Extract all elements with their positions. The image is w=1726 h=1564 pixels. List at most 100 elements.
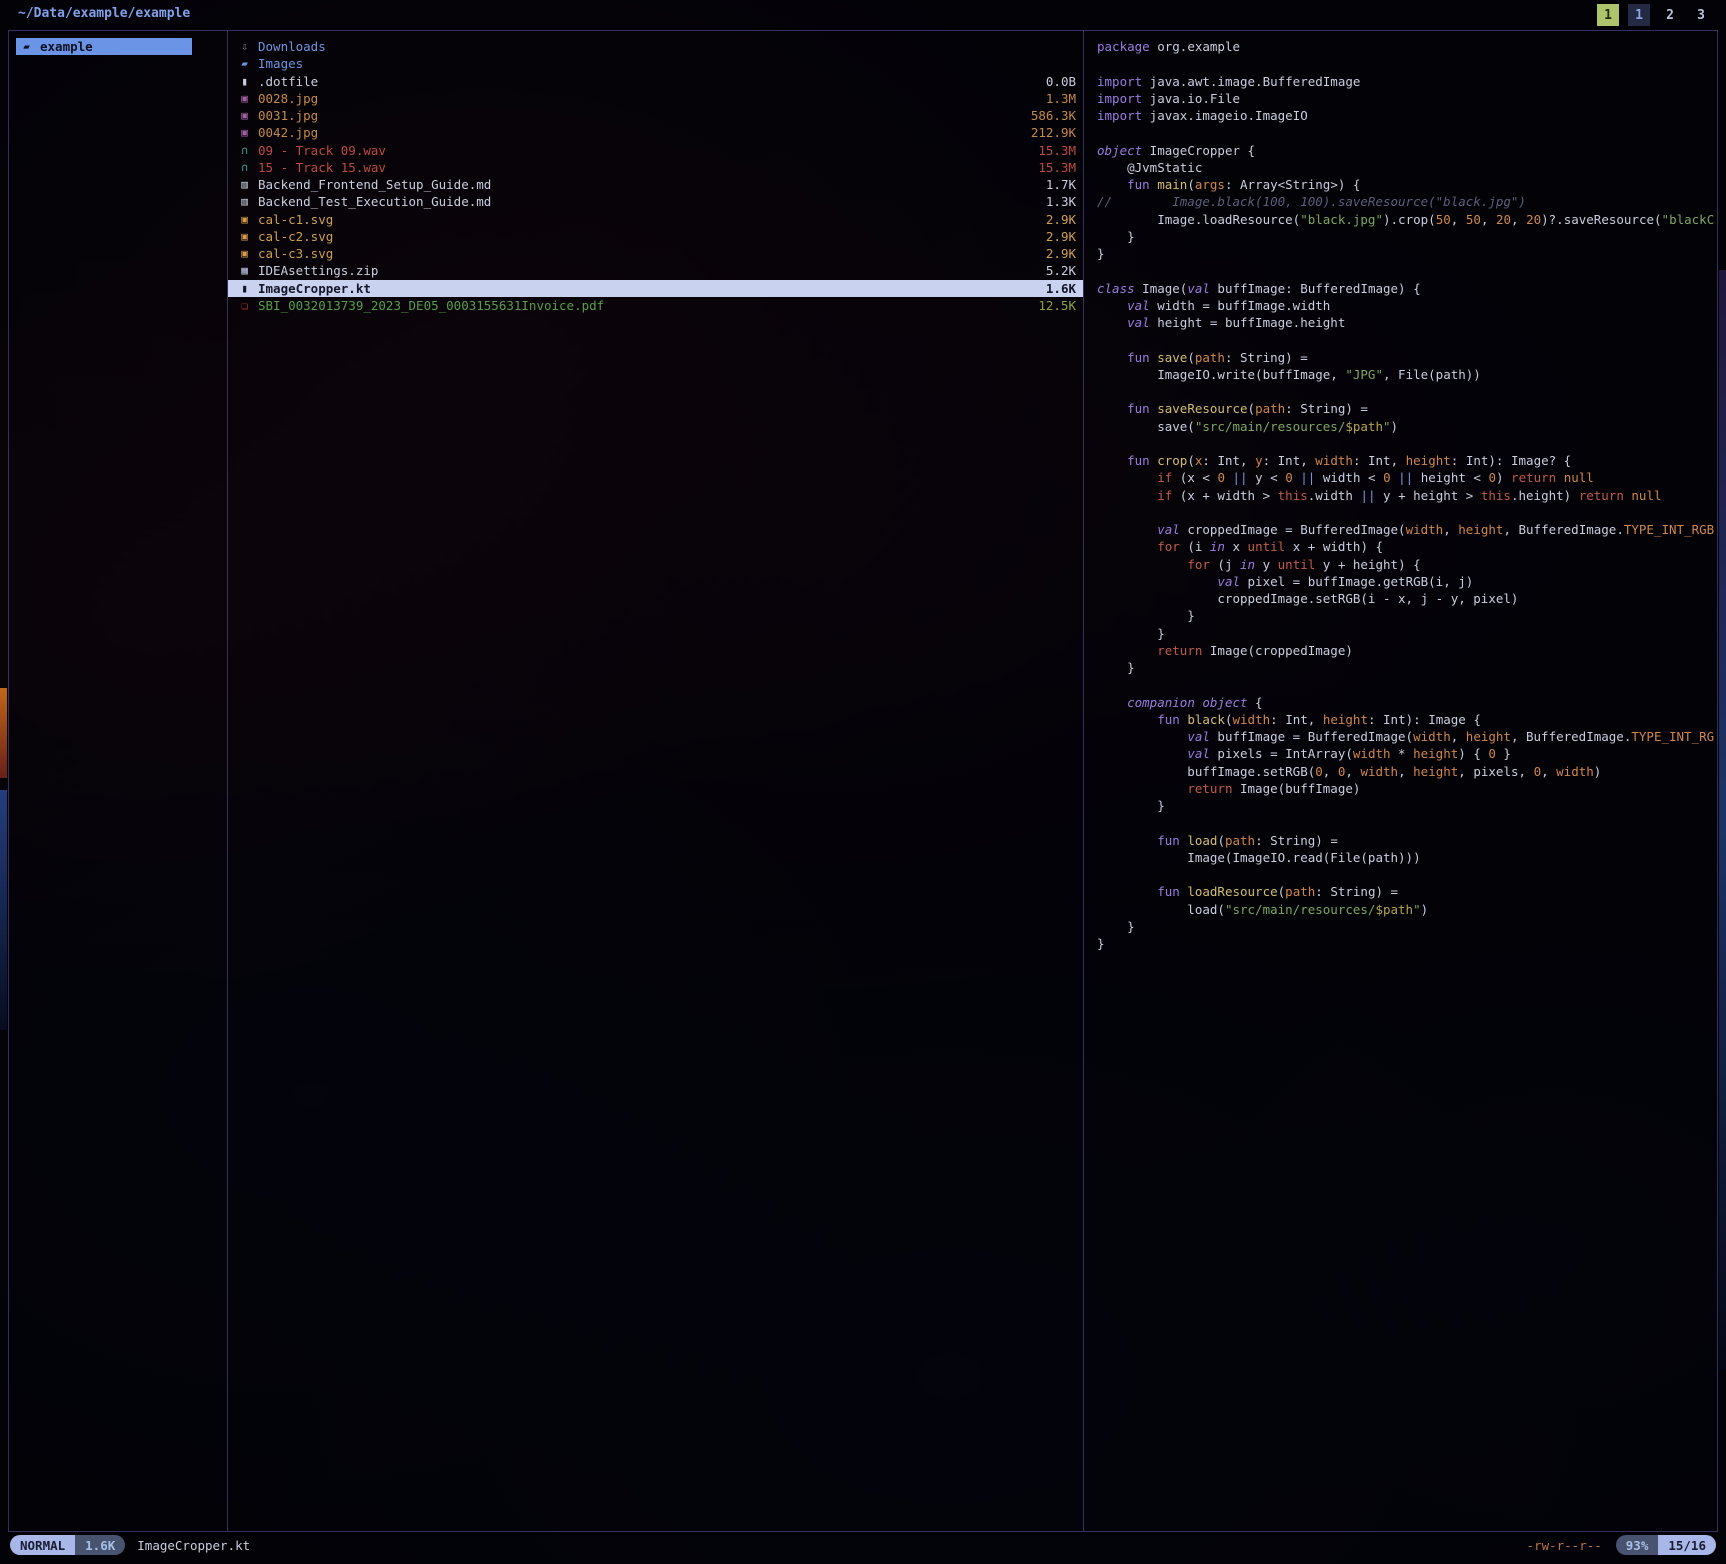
code-line: fun main(args: Array<String>) { <box>1097 176 1715 193</box>
code-line: ImageIO.write(buffImage, "JPG", File(pat… <box>1097 366 1715 383</box>
file-name: ImageCropper.kt <box>258 281 1046 296</box>
file-name: cal-c2.svg <box>258 229 1046 244</box>
code-line: if (x < 0 || y < 0 || width < 0 || heigh… <box>1097 469 1715 486</box>
code-line: Image(ImageIO.read(File(path))) <box>1097 849 1715 866</box>
file-permissions: -rw-r--r-- <box>1527 1538 1602 1553</box>
top-bar: ~/Data/example/example 1123 <box>0 0 1726 30</box>
image-icon: ▣ <box>237 126 252 139</box>
code-line: val width = buffImage.width <box>1097 297 1715 314</box>
code-line: Image.loadResource("black.jpg").crop(50,… <box>1097 211 1715 228</box>
code-line: class Image(val buffImage: BufferedImage… <box>1097 280 1715 297</box>
file-row[interactable]: ▣ cal-c1.svg2.9K <box>228 211 1083 228</box>
file-size: 212.9K <box>1031 125 1076 140</box>
file-row[interactable]: ▮.dotfile0.0B <box>228 73 1083 90</box>
file-row[interactable]: ▣0031.jpg586.3K <box>228 107 1083 124</box>
file-row[interactable]: ▥Backend_Frontend_Setup_Guide.md1.7K <box>228 176 1083 193</box>
tab-3[interactable]: 2 <box>1659 4 1681 26</box>
image-icon: ▣ <box>237 230 252 243</box>
file-name: .dotfile <box>258 74 1046 89</box>
file-row-selected[interactable]: ▮ ImageCropper.kt1.6K <box>228 280 1083 297</box>
markdown-icon: ▥ <box>237 195 252 208</box>
file-size-badge: 1.6K <box>75 1535 125 1555</box>
scroll-percent-badge: 93% <box>1616 1535 1659 1555</box>
tab-4[interactable]: 3 <box>1690 4 1712 26</box>
file-row[interactable]: ▥Backend_Test_Execution_Guide.md1.3K <box>228 193 1083 210</box>
tab-bar: 1123 <box>1597 3 1712 27</box>
file-row[interactable]: ∩09 - Track 09.wav15.3M <box>228 142 1083 159</box>
file-icon: ▮ <box>237 282 252 295</box>
code-line <box>1097 331 1715 348</box>
code-line: fun loadResource(path: String) = <box>1097 883 1715 900</box>
download-icon: ⇩ <box>237 40 252 53</box>
file-row[interactable]: ▰ Images <box>228 55 1083 72</box>
image-icon: ▣ <box>237 109 252 122</box>
file-name: 09 - Track 09.wav <box>258 143 1038 158</box>
file-list-panel: ⇩ Downloads ▰ Images ▮.dotfile0.0B▣0028.jpg1… <box>228 31 1083 1531</box>
image-icon: ▣ <box>237 213 252 226</box>
file-name: Images <box>258 56 1076 71</box>
file-name: Backend_Test_Execution_Guide.md <box>258 194 1046 209</box>
status-right: -rw-r--r-- 93% 15/16 <box>1527 1535 1716 1555</box>
code-line: } <box>1097 245 1715 262</box>
image-icon: ▣ <box>237 247 252 260</box>
markdown-icon: ▥ <box>237 178 252 191</box>
tab-2[interactable]: 1 <box>1628 4 1650 26</box>
breadcrumb-current-path: ~/Data/example/example <box>18 6 190 21</box>
code-line: object ImageCropper { <box>1097 142 1715 159</box>
file-row[interactable]: ▣0028.jpg1.3M <box>228 90 1083 107</box>
mode-badge: NORMAL <box>10 1535 75 1555</box>
status-bar: NORMAL 1.6K ImageCropper.kt -rw-r--r-- 9… <box>0 1532 1726 1560</box>
cursor-position-badge: 15/16 <box>1658 1535 1716 1555</box>
code-line: } <box>1097 659 1715 676</box>
code-line: for (i in x until x + width) { <box>1097 538 1715 555</box>
file-row[interactable]: ▣ 0042.jpg212.9K <box>228 124 1083 141</box>
file-row[interactable]: ▣cal-c3.svg2.9K <box>228 245 1083 262</box>
code-line: val height = buffImage.height <box>1097 314 1715 331</box>
file-row[interactable]: ∩ 15 - Track 15.wav15.3M <box>228 159 1083 176</box>
file-name: cal-c3.svg <box>258 246 1046 261</box>
zip-icon: ▦ <box>237 264 252 277</box>
code-line: } <box>1097 607 1715 624</box>
file-size: 2.9K <box>1046 229 1076 244</box>
file-size: 2.9K <box>1046 212 1076 227</box>
code-preview-panel: package org.exampleimport java.awt.image… <box>1084 31 1717 1531</box>
file-row-selected[interactable]: ▰example <box>10 38 227 55</box>
file-name: IDEAsettings.zip <box>258 263 1046 278</box>
file-row[interactable]: ▦IDEAsettings.zip5.2K <box>228 262 1083 279</box>
status-file-name: ImageCropper.kt <box>137 1538 250 1553</box>
code-line: } <box>1097 625 1715 642</box>
audio-icon: ∩ <box>237 161 252 174</box>
code-line <box>1097 435 1715 452</box>
folder-icon: ▰ <box>237 57 252 70</box>
audio-icon: ∩ <box>237 144 252 157</box>
status-left: NORMAL 1.6K ImageCropper.kt <box>10 1535 250 1555</box>
file-size: 1.6K <box>1046 281 1076 296</box>
code-line: @JvmStatic <box>1097 159 1715 176</box>
file-name: Downloads <box>258 39 1076 54</box>
file-size: 1.3M <box>1046 91 1076 106</box>
file-name: SBI_0032013739_2023_DE05_0003155631Invoi… <box>258 298 1038 313</box>
code-line: } <box>1097 935 1715 952</box>
code-line: // Image.black(100, 100).saveResource("b… <box>1097 193 1715 210</box>
tab-1[interactable]: 1 <box>1597 4 1619 26</box>
file-row[interactable]: ▣ cal-c2.svg2.9K <box>228 228 1083 245</box>
code-line: fun black(width: Int, height: Int): Imag… <box>1097 711 1715 728</box>
file-name: 15 - Track 15.wav <box>258 160 1038 175</box>
code-line: load("src/main/resources/$path") <box>1097 901 1715 918</box>
file-size: 1.7K <box>1046 177 1076 192</box>
code-line: } <box>1097 918 1715 935</box>
file-name: cal-c1.svg <box>258 212 1046 227</box>
code-line <box>1097 866 1715 883</box>
file-size: 15.3M <box>1038 160 1076 175</box>
file-row[interactable]: ❏SBI_0032013739_2023_DE05_0003155631Invo… <box>228 297 1083 314</box>
code-line: companion object { <box>1097 694 1715 711</box>
file-row[interactable]: ⇩ Downloads <box>228 38 1083 55</box>
code-line: fun saveResource(path: String) = <box>1097 400 1715 417</box>
code-line: for (j in y until y + height) { <box>1097 556 1715 573</box>
folder-icon: ▰ <box>19 40 34 53</box>
file-name: 0042.jpg <box>258 125 1031 140</box>
code-line: buffImage.setRGB(0, 0, width, height, pi… <box>1097 763 1715 780</box>
code-line: val pixels = IntArray(width * height) { … <box>1097 745 1715 762</box>
file-name: 0031.jpg <box>258 108 1031 123</box>
code-line <box>1097 383 1715 400</box>
